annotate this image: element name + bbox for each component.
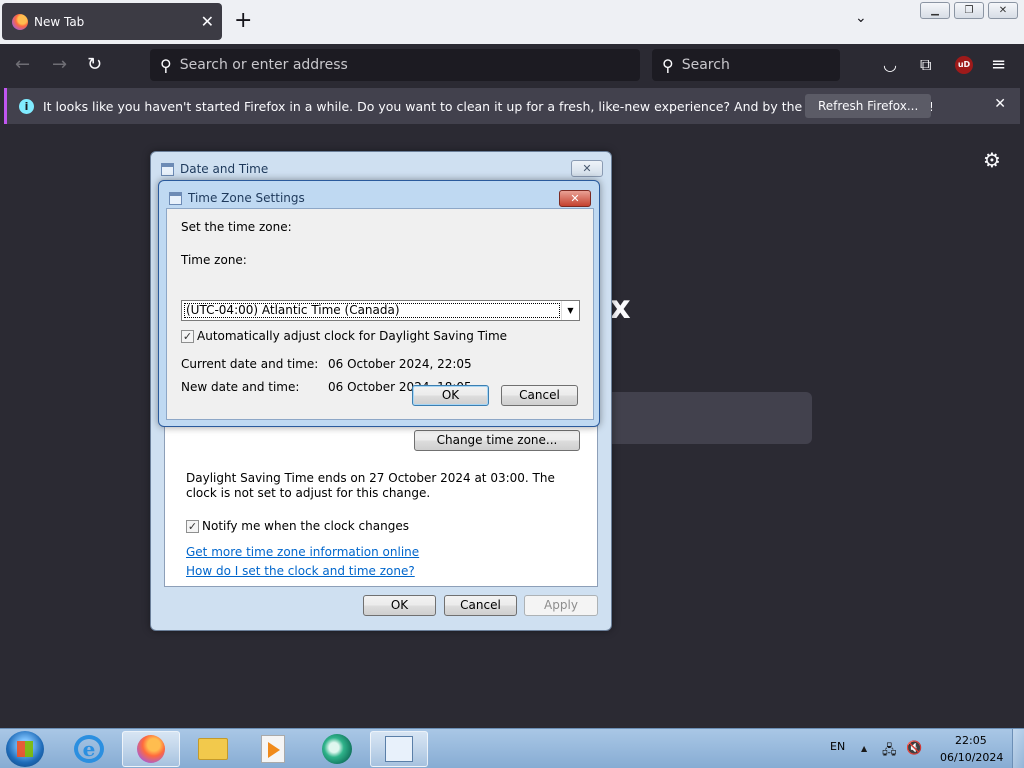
tab-new-tab[interactable]: New Tab ✕ bbox=[2, 3, 222, 40]
taskbar-firefox[interactable] bbox=[122, 731, 180, 767]
new-datetime-label: New date and time: bbox=[181, 380, 300, 394]
notify-label[interactable]: Notify me when the clock changes bbox=[202, 519, 409, 533]
tab-bar: New Tab ✕ + ⌄ ▁ ❐ ✕ bbox=[0, 0, 1024, 44]
internet-explorer-icon: e bbox=[74, 735, 104, 763]
notify-checkbox[interactable]: ✓ bbox=[186, 520, 199, 533]
calendar-icon bbox=[161, 162, 174, 176]
dst-checkbox[interactable]: ✓ bbox=[181, 330, 194, 343]
menu-icon[interactable]: ≡ bbox=[991, 55, 1006, 75]
close-button[interactable]: ✕ bbox=[559, 190, 591, 207]
windows-logo-icon bbox=[17, 741, 33, 757]
taskbar-internet-explorer[interactable]: e bbox=[60, 731, 118, 767]
dialog-title: Date and Time bbox=[161, 162, 268, 176]
pocket-icon[interactable]: ◡ bbox=[883, 55, 897, 75]
search-icon: ⚲ bbox=[160, 55, 172, 75]
cancel-button[interactable]: Cancel bbox=[501, 385, 578, 406]
close-tab-icon[interactable]: ✕ bbox=[201, 12, 214, 31]
chevron-down-icon[interactable]: ⌄ bbox=[855, 10, 867, 26]
clock-date[interactable]: 06/10/2024 bbox=[940, 751, 1003, 764]
firefox-icon bbox=[137, 735, 165, 763]
close-button[interactable]: ✕ bbox=[571, 160, 603, 177]
url-bar[interactable]: ⚲ Search or enter address bbox=[150, 49, 640, 81]
media-player-icon bbox=[261, 735, 285, 763]
ok-button[interactable]: OK bbox=[412, 385, 489, 406]
search-bar-placeholder: Search bbox=[681, 57, 730, 73]
close-icon[interactable]: ✕ bbox=[994, 96, 1006, 112]
time-zone-select[interactable]: (UTC-04:00) Atlantic Time (Canada) ▼ bbox=[181, 300, 580, 321]
ublock-icon[interactable]: uD bbox=[955, 56, 973, 74]
dropdown-arrow-icon[interactable]: ▼ bbox=[561, 301, 579, 320]
minimize-button[interactable]: ▁ bbox=[920, 2, 950, 19]
gear-icon[interactable]: ⚙ bbox=[983, 148, 1001, 172]
clock-time[interactable]: 22:05 bbox=[955, 734, 987, 747]
taskbar-edge[interactable] bbox=[308, 731, 366, 767]
restore-button[interactable]: ❐ bbox=[954, 2, 984, 19]
language-indicator[interactable]: EN bbox=[830, 740, 845, 753]
tab-title: New Tab bbox=[34, 14, 85, 29]
show-desktop-button[interactable] bbox=[1012, 729, 1024, 768]
reload-icon[interactable]: ↻ bbox=[87, 55, 102, 75]
notification-bar: i It looks like you haven't started Fire… bbox=[4, 88, 1020, 124]
cancel-button[interactable]: Cancel bbox=[444, 595, 517, 616]
dst-notice: Daylight Saving Time ends on 27 October … bbox=[186, 471, 555, 500]
forward-icon[interactable]: → bbox=[52, 55, 67, 75]
time-zone-settings-dialog: Time Zone Settings ✕ Set the time zone: … bbox=[158, 180, 600, 427]
refresh-firefox-button[interactable]: Refresh Firefox... bbox=[805, 94, 932, 118]
dst-label[interactable]: Automatically adjust clock for Daylight … bbox=[197, 329, 507, 343]
taskbar-explorer[interactable] bbox=[184, 731, 242, 767]
taskbar: e EN ▲ 🖧 🔇 22:05 06/10/2024 bbox=[0, 728, 1024, 768]
folder-icon bbox=[198, 738, 228, 760]
time-zone-label: Time zone: bbox=[181, 253, 247, 267]
taskbar-media-player[interactable] bbox=[244, 731, 302, 767]
more-info-link[interactable]: Get more time zone information online bbox=[186, 545, 419, 559]
volume-muted-icon[interactable]: 🔇 bbox=[906, 741, 922, 756]
extensions-icon[interactable]: ⧉ bbox=[920, 55, 931, 75]
background-search-box bbox=[596, 392, 812, 444]
tray-up-icon[interactable]: ▲ bbox=[861, 744, 867, 753]
time-zone-value: (UTC-04:00) Atlantic Time (Canada) bbox=[184, 303, 560, 318]
close-window-button[interactable]: ✕ bbox=[988, 2, 1018, 19]
ok-button[interactable]: OK bbox=[363, 595, 436, 616]
edge-icon bbox=[322, 734, 352, 764]
search-bar[interactable]: ⚲ Search bbox=[652, 49, 840, 81]
firefox-icon bbox=[12, 13, 28, 30]
instruction-text: Set the time zone: bbox=[181, 220, 292, 234]
dialog-title: Time Zone Settings bbox=[169, 191, 305, 205]
new-tab-button[interactable]: + bbox=[234, 9, 252, 33]
current-datetime-label: Current date and time: bbox=[181, 357, 319, 371]
date-time-title: Date and Time bbox=[180, 162, 269, 176]
info-icon: i bbox=[19, 98, 34, 114]
notification-message: It looks like you haven't started Firefo… bbox=[43, 98, 934, 114]
nav-bar: ← → ↻ ⚲ Search or enter address ⚲ Search… bbox=[0, 44, 1024, 86]
start-button[interactable] bbox=[6, 731, 44, 767]
change-time-zone-button[interactable]: Change time zone... bbox=[414, 430, 580, 451]
current-datetime-value: 06 October 2024, 22:05 bbox=[328, 357, 472, 371]
url-bar-placeholder: Search or enter address bbox=[179, 57, 348, 73]
taskbar-date-time[interactable] bbox=[370, 731, 428, 767]
time-zone-settings-title: Time Zone Settings bbox=[188, 191, 305, 205]
apply-button: Apply bbox=[524, 595, 598, 616]
date-time-app-icon bbox=[385, 736, 413, 762]
back-icon[interactable]: ← bbox=[15, 55, 30, 75]
search-icon: ⚲ bbox=[662, 55, 674, 75]
how-to-link[interactable]: How do I set the clock and time zone? bbox=[186, 564, 415, 578]
calendar-icon bbox=[169, 191, 182, 205]
network-icon[interactable]: 🖧 bbox=[882, 741, 897, 763]
window-controls: ▁ ❐ ✕ bbox=[920, 2, 1018, 19]
background-logo-fragment: x bbox=[610, 288, 631, 326]
